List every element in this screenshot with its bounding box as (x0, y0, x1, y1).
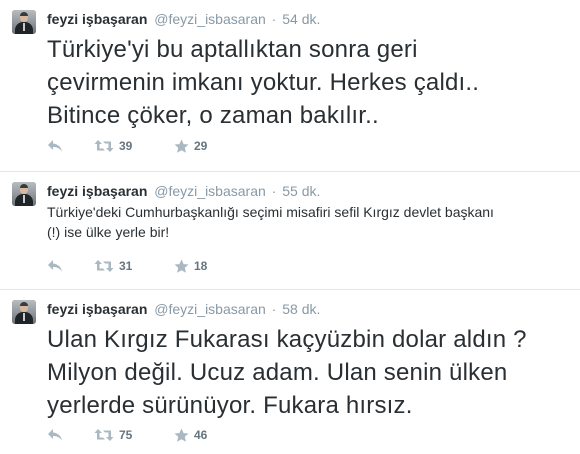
tweet-text-line: Milyon değil. Ucuz adam. Ulan senin ülke… (47, 359, 508, 386)
retweet-icon (94, 140, 114, 152)
retweet-button[interactable]: 39 (94, 137, 132, 155)
tweet-text: Türkiye'yi bu aptallıktan sonra geri çev… (47, 33, 479, 132)
tweet-text-line: Bitince çöker, o zaman bakılır.. (47, 102, 379, 129)
retweet-button[interactable]: 31 (94, 257, 132, 275)
tweet[interactable]: feyzi işbaşaran @feyzi_isbasaran · 55 dk… (0, 172, 580, 290)
tweet-text-line: yerlerde sürünüyor. Fukara hırsız. (47, 392, 413, 419)
tweet-header: feyzi işbaşaran @feyzi_isbasaran · 58 dk… (47, 300, 320, 318)
username[interactable]: @feyzi_isbasaran (154, 11, 266, 27)
reply-icon (48, 429, 62, 441)
star-icon (174, 259, 189, 273)
tweet[interactable]: feyzi işbaşaran @feyzi_isbasaran · 54 dk… (0, 0, 580, 172)
timestamp[interactable]: 55 dk. (282, 183, 320, 199)
tweet-text-line: Ulan Kırgız Fukarası kaçyüzbin dolar ald… (47, 326, 527, 353)
retweet-count: 75 (119, 428, 133, 442)
reply-button[interactable] (47, 426, 63, 444)
star-icon (174, 428, 189, 442)
retweet-button[interactable]: 75 (94, 426, 132, 444)
fullname[interactable]: feyzi işbaşaran (47, 301, 147, 317)
tweet-header: feyzi işbaşaran @feyzi_isbasaran · 54 dk… (47, 10, 320, 28)
separator: · (271, 11, 277, 27)
tweet-text-line: Türkiye'deki Cumhurbaşkanlığı seçimi mis… (47, 204, 494, 220)
avatar[interactable] (12, 300, 36, 324)
fullname[interactable]: feyzi işbaşaran (47, 183, 147, 199)
tweet[interactable]: feyzi işbaşaran @feyzi_isbasaran · 58 dk… (0, 290, 580, 454)
username[interactable]: @feyzi_isbasaran (154, 183, 266, 199)
favorite-button[interactable]: 46 (174, 426, 207, 444)
tweet-text-line: Türkiye'yi bu aptallıktan sonra geri (47, 36, 418, 63)
retweet-icon (94, 429, 114, 441)
star-icon (174, 139, 189, 153)
reply-icon (48, 140, 62, 152)
username[interactable]: @feyzi_isbasaran (154, 301, 266, 317)
favorite-count: 29 (194, 139, 208, 153)
reply-button[interactable] (47, 137, 63, 155)
favorite-count: 18 (194, 259, 208, 273)
retweet-count: 31 (119, 259, 133, 273)
tweet-text: Türkiye'deki Cumhurbaşkanlığı seçimi mis… (47, 202, 494, 242)
timestamp[interactable]: 54 dk. (282, 11, 320, 27)
fullname[interactable]: feyzi işbaşaran (47, 11, 147, 27)
timeline: feyzi işbaşaran @feyzi_isbasaran · 54 dk… (0, 0, 580, 454)
avatar[interactable] (12, 10, 36, 34)
separator: · (271, 183, 277, 199)
separator: · (271, 301, 277, 317)
tweet-text-line: çevirmenin imkanı yoktur. Herkes çaldı.. (47, 69, 480, 96)
retweet-icon (94, 260, 114, 272)
avatar[interactable] (12, 182, 36, 206)
reply-button[interactable] (47, 257, 63, 275)
favorite-count: 46 (194, 428, 208, 442)
timestamp[interactable]: 58 dk. (282, 301, 320, 317)
reply-icon (48, 260, 62, 272)
tweet-text: Ulan Kırgız Fukarası kaçyüzbin dolar ald… (47, 323, 527, 422)
tweet-text-line: (!) ise ülke yerle bir! (47, 224, 170, 240)
favorite-button[interactable]: 18 (174, 257, 207, 275)
favorite-button[interactable]: 29 (174, 137, 207, 155)
tweet-header: feyzi işbaşaran @feyzi_isbasaran · 55 dk… (47, 182, 320, 200)
retweet-count: 39 (119, 139, 133, 153)
